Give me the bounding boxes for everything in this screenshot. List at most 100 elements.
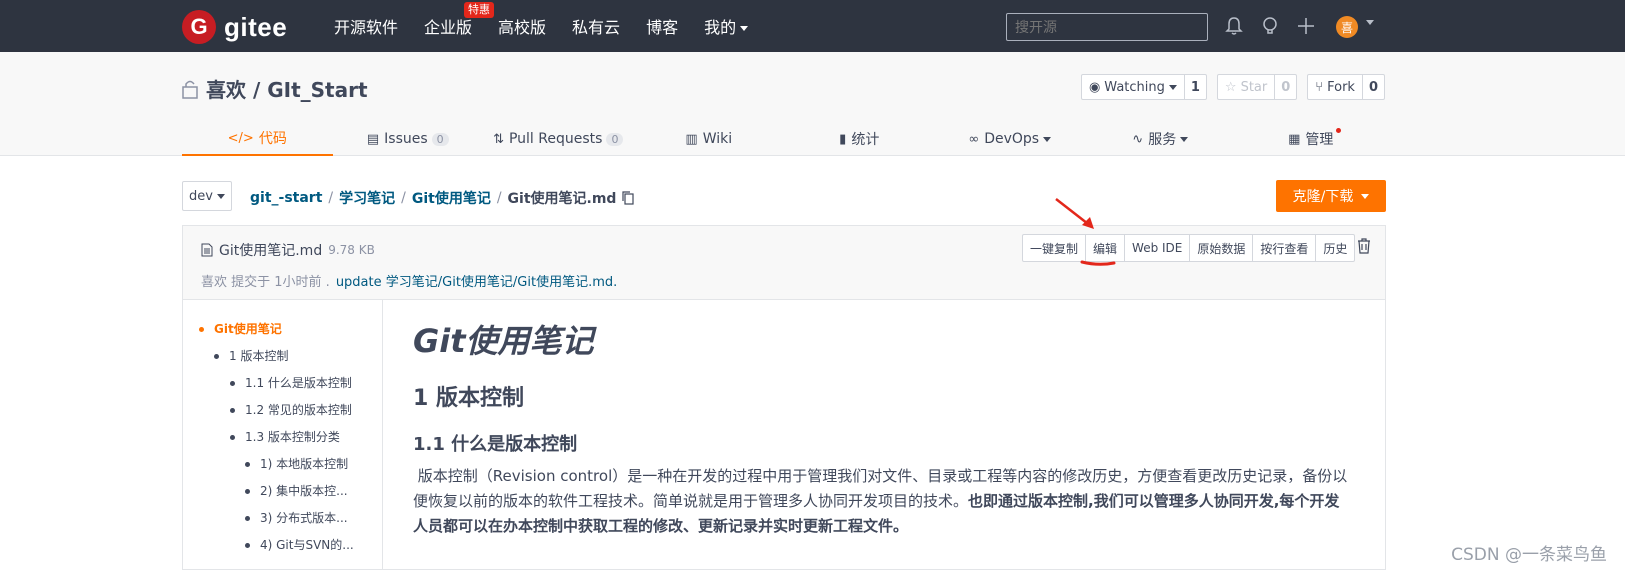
breadcrumb-separator: /: [328, 190, 334, 206]
star-icon: ☆: [1224, 79, 1237, 95]
file-name: Git使用笔记.md: [219, 243, 323, 259]
toc-item[interactable]: 3) 分布式版本...: [245, 509, 348, 526]
tab-services[interactable]: ∿ 服务: [1085, 122, 1236, 156]
avatar[interactable]: 喜: [1336, 16, 1358, 38]
plus-icon[interactable]: [1294, 14, 1318, 38]
clone-download-button[interactable]: 克隆/下载: [1276, 180, 1386, 212]
bullet: [214, 354, 219, 359]
breadcrumb-subfolder[interactable]: Git使用笔记: [412, 188, 491, 208]
bullet: [230, 435, 235, 440]
star-button[interactable]: ☆ Star 0: [1216, 74, 1298, 100]
toc-item-label: Git使用笔记: [214, 322, 282, 336]
bullet: [245, 516, 250, 521]
bullet: [245, 543, 250, 548]
tab-wiki[interactable]: ▥ Wiki: [634, 122, 785, 156]
fork-button[interactable]: ⑂ Fork 0: [1307, 74, 1385, 100]
copy-icon[interactable]: [622, 191, 635, 205]
web-ide-button[interactable]: Web IDE: [1124, 235, 1189, 261]
tab-stats[interactable]: ▮ 统计: [784, 122, 935, 156]
blame-button[interactable]: 按行查看: [1252, 235, 1315, 261]
top-navbar: G gitee 开源软件 企业版 特惠 高校版 私有云 博客 我的 喜: [0, 0, 1625, 52]
trash-icon[interactable]: [1357, 238, 1371, 254]
chevron-down-icon: [1043, 136, 1052, 142]
pulse-icon: ∿: [1132, 131, 1144, 147]
bullet: [245, 489, 250, 494]
toc-item-label: 1.1 什么是版本控制: [245, 376, 352, 390]
toc-item[interactable]: 4) Git与SVN的...: [245, 536, 354, 553]
toc-item[interactable]: 1.1 什么是版本控制: [230, 374, 352, 391]
brand-name: gitee: [224, 11, 288, 42]
notification-dot: [1335, 128, 1341, 133]
file-actions: 一键复制 编辑 Web IDE 原始数据 按行查看 历史: [1022, 234, 1356, 262]
toc-item[interactable]: 1 版本控制: [214, 347, 288, 364]
tab-code[interactable]: </> 代码: [182, 122, 333, 156]
bullet: [230, 408, 235, 413]
tab-wiki-label: Wiki: [702, 131, 733, 147]
history-button[interactable]: 历史: [1315, 235, 1354, 261]
toc-item[interactable]: Git使用笔记: [199, 320, 282, 337]
bullet: [199, 327, 204, 332]
bell-icon[interactable]: [1222, 14, 1246, 38]
annotation-arrow: [1055, 198, 1094, 229]
file-viewer: Git使用笔记.md 9.78 KB 喜欢 提交于 1小时前 . update 学…: [182, 225, 1386, 570]
commit-message[interactable]: update 学习笔记/Git使用笔记/Git使用笔记.md.: [336, 275, 617, 290]
infinity-icon: ∞: [968, 131, 980, 147]
fork-count[interactable]: 0: [1361, 75, 1384, 99]
breadcrumb-folder[interactable]: 学习笔记: [339, 188, 395, 208]
project-title: 喜欢 / GIt_Start: [182, 74, 368, 103]
promo-badge: 特惠: [464, 2, 495, 18]
tab-pull-requests[interactable]: ⇅ Pull Requests 0: [483, 122, 634, 156]
watch-button[interactable]: ◉ Watching 1: [1080, 74, 1207, 100]
toc-item[interactable]: 1.3 版本控制分类: [230, 428, 340, 445]
issues-icon: ▤: [366, 131, 380, 147]
chevron-down-icon[interactable]: [1366, 20, 1374, 25]
issues-count: 0: [431, 132, 449, 146]
nav-university[interactable]: 高校版: [498, 14, 546, 38]
watch-count[interactable]: 1: [1183, 75, 1206, 99]
toc-item[interactable]: 1.2 常见的版本控制: [230, 401, 352, 418]
nav-open-source[interactable]: 开源软件: [334, 14, 398, 38]
tab-devops[interactable]: ∞ DevOps: [935, 122, 1086, 156]
nav-private-cloud[interactable]: 私有云: [572, 14, 620, 38]
tab-devops-label: DevOps: [984, 131, 1040, 147]
doc-title: Git使用笔记: [413, 322, 594, 360]
tab-stats-label: 统计: [851, 132, 880, 148]
branch-selector[interactable]: dev: [182, 181, 232, 211]
nav-mine-label: 我的: [704, 18, 737, 37]
bullet: [230, 381, 235, 386]
pr-count: 0: [606, 132, 624, 146]
toc-item[interactable]: 1) 本地版本控制: [245, 455, 348, 472]
tab-issues[interactable]: ▤ Issues 0: [333, 122, 484, 156]
section-heading: 1 版本控制: [413, 386, 524, 411]
breadcrumb-repo[interactable]: git_-start: [250, 190, 322, 206]
raw-button[interactable]: 原始数据: [1189, 235, 1252, 261]
nav-mine[interactable]: 我的: [704, 14, 749, 38]
repo-actions: ◉ Watching 1 ☆ Star 0 ⑂ Fork 0: [1071, 74, 1385, 100]
toc-item[interactable]: 2) 集中版本控...: [245, 482, 348, 499]
copy-all-button[interactable]: 一键复制: [1023, 235, 1085, 261]
chevron-down-icon: [740, 26, 749, 31]
tab-manage[interactable]: ▦ 管理: [1236, 122, 1387, 156]
commit-author: 喜欢 提交于 1小时前 .: [201, 275, 330, 290]
project-name[interactable]: 喜欢 / GIt_Start: [206, 74, 368, 103]
gitee-logo-icon: G: [182, 10, 216, 44]
star-label: Star: [1240, 79, 1268, 95]
file-icon: [201, 243, 213, 257]
pull-request-icon: ⇅: [493, 131, 504, 147]
lightbulb-icon[interactable]: [1258, 14, 1282, 38]
chevron-down-icon: [216, 193, 225, 199]
search-input[interactable]: [1006, 13, 1208, 41]
chevron-down-icon: [1361, 193, 1370, 199]
lock-icon: [182, 80, 198, 99]
breadcrumb-separator: /: [401, 190, 406, 206]
project-header: 喜欢 / GIt_Start ◉ Watching 1 ☆ Star 0 ⑂ Fork…: [0, 52, 1625, 156]
nav-enterprise[interactable]: 企业版 特惠: [424, 2, 495, 38]
tab-code-label: 代码: [258, 131, 287, 147]
nav-blog[interactable]: 博客: [646, 14, 678, 38]
star-count[interactable]: 0: [1274, 75, 1296, 99]
bar-chart-icon: ▮: [839, 131, 847, 147]
fork-label: Fork: [1327, 79, 1355, 95]
toc-item-label: 4) Git与SVN的...: [260, 538, 354, 552]
gitee-logo[interactable]: G gitee: [182, 10, 287, 44]
book-icon: ▥: [685, 131, 698, 147]
